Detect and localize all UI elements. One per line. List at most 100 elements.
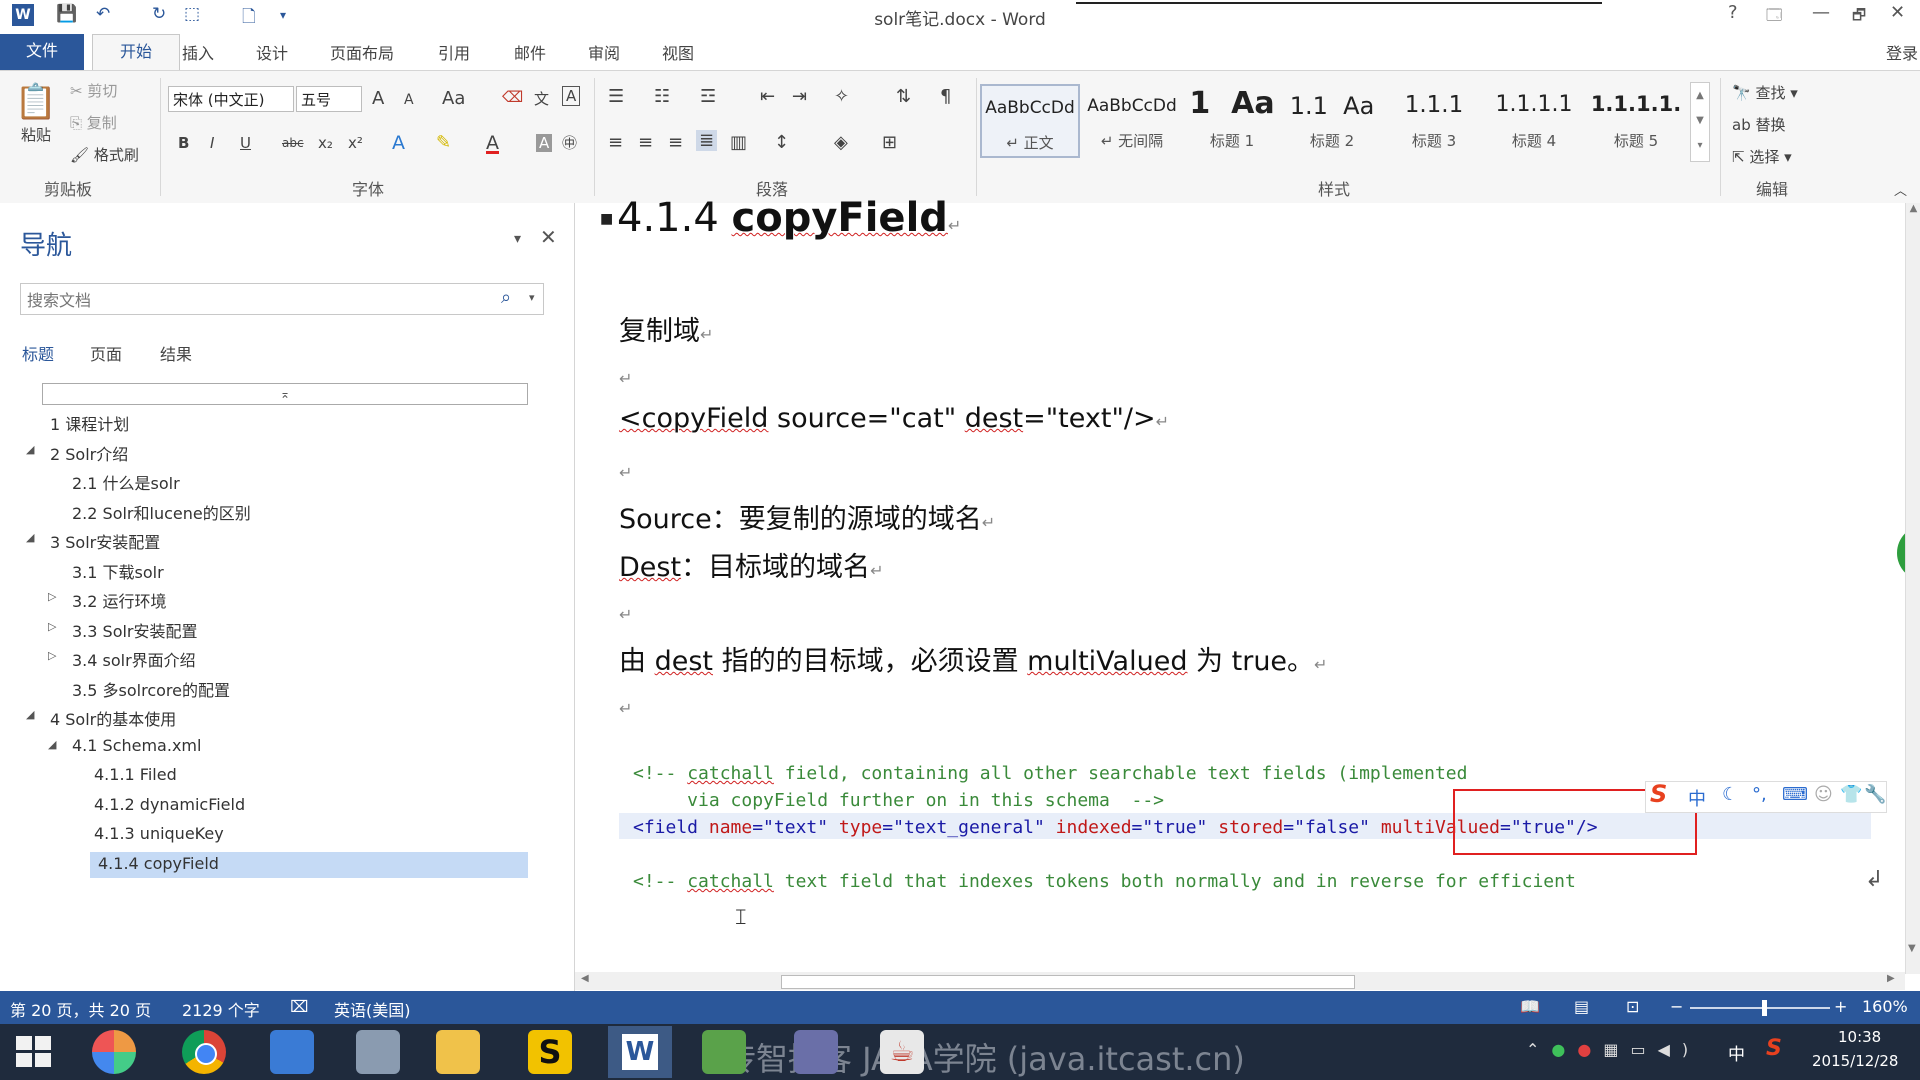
enclose-char-icon[interactable]: ㊥ <box>562 132 577 153</box>
replace-button[interactable]: ab 替换 <box>1732 114 1786 135</box>
tray-app-icon[interactable]: ● <box>1551 1040 1577 1059</box>
punct-icon[interactable]: °, <box>1752 784 1767 805</box>
collapse-ribbon-icon[interactable]: ︿ <box>1894 180 1907 199</box>
nav-tab-results[interactable]: 结果 <box>160 341 192 365</box>
tab-file[interactable]: 文件 <box>0 34 84 70</box>
paste-button[interactable]: 📋 粘贴 <box>14 80 58 160</box>
tray-date[interactable]: 2015/12/28 <box>1812 1052 1898 1070</box>
nav-heading-item[interactable]: 1 课程计划 <box>0 409 560 435</box>
expand-triangle-icon[interactable]: ▷ <box>48 649 56 662</box>
tab-home[interactable]: 开始 <box>92 34 180 71</box>
shell-app-icon[interactable] <box>794 1030 838 1074</box>
nav-search-input[interactable] <box>25 288 489 312</box>
tab-view[interactable]: 视图 <box>662 40 694 64</box>
phonetic-guide-icon[interactable]: 文 <box>534 88 549 109</box>
hscroll-thumb[interactable] <box>781 975 1355 989</box>
style-heading-4[interactable]: 1.1.1.1 标题 4 <box>1484 84 1584 158</box>
strikethrough-button[interactable]: abc <box>282 136 304 150</box>
tray-network-icon[interactable]: ▦ <box>1603 1040 1630 1059</box>
text-effects-icon[interactable]: A <box>392 132 405 154</box>
nav-heading-item[interactable]: 4.1.4 copyField <box>90 851 528 878</box>
char-shading-icon[interactable]: A <box>536 134 553 152</box>
nav-heading-item[interactable]: ◢ 4.1 Schema.xml <box>0 734 560 760</box>
print-layout-icon[interactable]: ▤ <box>1574 997 1589 1016</box>
style-heading-5[interactable]: 1.1.1.1. 标题 5 <box>1584 84 1688 158</box>
nav-heading-item[interactable]: 3.5 多solrcore的配置 <box>0 675 560 701</box>
style-heading-1[interactable]: 1 Aa 标题 1 <box>1182 84 1282 158</box>
zoom-level[interactable]: 160% <box>1862 997 1908 1016</box>
highlight-color-icon[interactable]: ✎ <box>436 132 451 153</box>
char-border-icon[interactable]: A <box>562 86 581 106</box>
tray-sogou-icon[interactable]: S <box>1766 1036 1782 1061</box>
read-mode-icon[interactable]: 📖 <box>1520 997 1540 1016</box>
nav-heading-item[interactable]: ◢ 2 Solr介绍 <box>0 439 560 465</box>
zoom-in-icon[interactable]: + <box>1834 997 1847 1016</box>
nav-heading-item[interactable]: ◢ 4 Solr的基本使用 <box>0 704 560 730</box>
zoom-out-icon[interactable]: − <box>1670 997 1683 1016</box>
help-button[interactable]: ? <box>1728 2 1738 23</box>
change-case-button[interactable]: Aa <box>442 88 465 109</box>
borders-icon[interactable]: ⊞ <box>882 132 897 153</box>
tray-monitor-icon[interactable]: ▭ <box>1630 1040 1657 1059</box>
tab-layout[interactable]: 页面布局 <box>330 40 394 64</box>
nav-collapse-bar[interactable]: ⌅ <box>42 383 528 405</box>
tray-time[interactable]: 10:38 <box>1838 1028 1881 1046</box>
tab-references[interactable]: 引用 <box>438 40 470 64</box>
distribute-icon[interactable]: ▥ <box>730 132 747 153</box>
ribbon-display-button[interactable]: 🗔 <box>1766 5 1782 30</box>
nav-heading-item[interactable]: ▷ 3.2 运行环境 <box>0 586 560 612</box>
copy-button[interactable]: ⎘ 复制 <box>70 112 117 133</box>
find-button[interactable]: 🔭 查找 ▾ <box>1732 82 1798 103</box>
decrease-indent-icon[interactable]: ⇤ <box>760 86 775 107</box>
chart-app-icon[interactable] <box>702 1030 746 1074</box>
style-no-spacing[interactable]: AaBbCcDd ↵ 无间隔 <box>1082 84 1182 158</box>
multilevel-list-icon[interactable]: ☲ <box>700 86 716 107</box>
subscript-button[interactable]: x₂ <box>318 134 333 152</box>
align-center-icon[interactable]: ≡ <box>638 132 653 153</box>
nav-heading-item[interactable]: ▷ 3.4 solr界面介绍 <box>0 645 560 671</box>
proofing-icon[interactable]: ⌧ <box>290 997 308 1016</box>
increase-indent-icon[interactable]: ⇥ <box>792 86 807 107</box>
numbering-icon[interactable]: ☷ <box>654 86 670 107</box>
nav-heading-item[interactable]: 4.1.3 uniqueKey <box>0 822 560 848</box>
style-heading-3[interactable]: 1.1.1 标题 3 <box>1384 84 1484 158</box>
font-color-icon[interactable]: A <box>486 132 499 154</box>
font-name-combo[interactable]: 宋体 (中文正) <box>168 86 294 112</box>
clear-format-icon[interactable]: ⌫ <box>502 88 523 106</box>
status-page[interactable]: 第 20 页，共 20 页 <box>10 997 151 1021</box>
grow-font-button[interactable]: A <box>372 88 384 109</box>
status-words[interactable]: 2129 个字 <box>182 997 260 1021</box>
chrome-icon[interactable] <box>182 1030 226 1074</box>
zoom-slider[interactable] <box>1690 1007 1830 1009</box>
show-marks-icon[interactable]: ¶ <box>940 86 951 107</box>
nav-heading-item[interactable]: 2.2 Solr和lucene的区别 <box>0 498 560 524</box>
tray-volume-icon[interactable]: ◀) <box>1658 1040 1701 1059</box>
scroll-right-icon[interactable]: ▶ <box>1887 973 1895 984</box>
wrench-icon[interactable]: 🔧 <box>1864 784 1886 805</box>
vertical-scrollbar[interactable]: ▲ ▼ <box>1905 203 1920 974</box>
search-icon[interactable]: ⌕ <box>501 287 511 308</box>
search-options-chevron-icon[interactable]: ▾ <box>529 291 535 304</box>
nav-options-icon[interactable]: ▾ <box>514 231 521 247</box>
collapse-triangle-icon[interactable]: ◢ <box>26 443 34 456</box>
chinese-layout-icon[interactable]: ✧ <box>834 86 849 107</box>
shading-icon[interactable]: ◈ <box>834 132 848 153</box>
nav-heading-item[interactable]: ◢ 3 Solr安装配置 <box>0 527 560 553</box>
moon-icon[interactable]: ☾ <box>1722 784 1738 805</box>
close-button[interactable]: ✕ <box>1890 2 1905 23</box>
underline-button[interactable]: U <box>240 134 251 152</box>
skin-icon[interactable]: 👕 <box>1840 784 1862 805</box>
nav-close-icon[interactable]: ✕ <box>540 225 557 249</box>
nav-tab-pages[interactable]: 页面 <box>90 341 122 365</box>
zoom-slider-thumb[interactable] <box>1762 1000 1767 1016</box>
pinwheel-app-icon[interactable] <box>92 1030 136 1074</box>
nav-heading-item[interactable]: 2.1 什么是solr <box>0 468 560 494</box>
expand-triangle-icon[interactable]: ▷ <box>48 590 56 603</box>
control-panel-icon[interactable] <box>356 1030 400 1074</box>
justify-icon[interactable]: ≣ <box>696 130 718 151</box>
tray-chevron-icon[interactable]: ⌃ <box>1526 1040 1551 1059</box>
scroll-down-icon[interactable]: ▼ <box>1908 943 1916 954</box>
nav-tab-headings[interactable]: 标题 <box>22 341 54 365</box>
expand-triangle-icon[interactable]: ▷ <box>48 620 56 633</box>
remote-desktop-icon[interactable] <box>270 1030 314 1074</box>
